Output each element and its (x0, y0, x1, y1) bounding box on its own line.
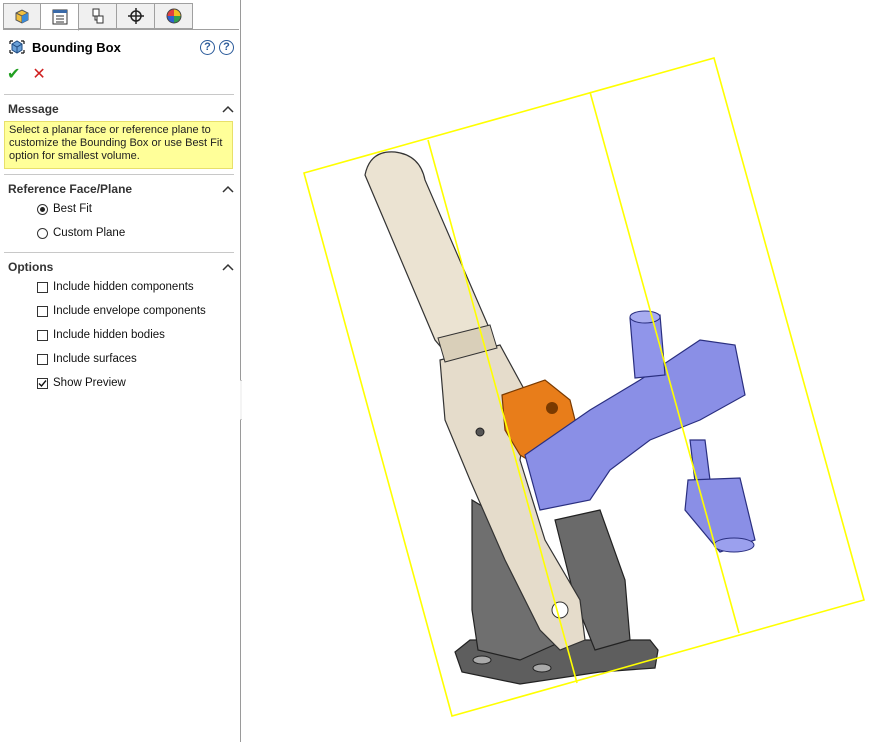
property-manager-panel: Bounding Box ? ? ✔ ✕ Message Select a pl… (0, 0, 241, 742)
mount-hole-right (532, 663, 552, 673)
message-box: Select a planar face or reference plane … (4, 121, 233, 169)
cancel-button[interactable]: ✕ (32, 64, 45, 84)
checkbox-box[interactable] (37, 353, 48, 365)
section-divider (4, 94, 234, 95)
help-glyph: ? (204, 41, 211, 53)
link-pin-top (546, 402, 558, 414)
include-surfaces-checkbox[interactable]: Include surfaces (37, 353, 137, 365)
display-manager-tab[interactable] (155, 3, 193, 29)
pivot-hole-upper (475, 427, 485, 437)
best-fit-label: Best Fit (53, 203, 92, 215)
section-divider (4, 174, 234, 175)
radio-unselected[interactable] (37, 227, 48, 239)
chevron-up-icon[interactable] (222, 185, 234, 193)
checkbox-label: Show Preview (53, 377, 126, 389)
configuration-manager-icon (92, 8, 103, 24)
spindle-pad-face (713, 537, 755, 553)
configuration-manager-tab[interactable] (79, 3, 117, 29)
section-divider (4, 252, 234, 253)
message-section-title: Message (8, 102, 59, 116)
crosshair-icon (127, 8, 144, 24)
help-glyph: ? (223, 41, 230, 53)
ok-button[interactable]: ✔ (7, 64, 20, 84)
checkbox-box[interactable] (37, 329, 48, 341)
radio-selected[interactable] (37, 203, 48, 215)
bounding-box-icon (9, 40, 25, 54)
checkbox-label: Include hidden bodies (53, 329, 165, 341)
checkbox-label: Include envelope components (53, 305, 206, 317)
checkmark-icon (38, 379, 47, 387)
spindle-top-cap (629, 310, 661, 324)
options-section-header[interactable]: Options (8, 259, 234, 275)
best-fit-radio[interactable]: Best Fit (37, 203, 92, 215)
feature-manager-tab[interactable] (3, 3, 41, 29)
checkbox-label: Include surfaces (53, 353, 137, 365)
property-manager-icon (52, 9, 67, 25)
checkbox-label: Include hidden components (53, 281, 194, 293)
checkbox-box[interactable] (37, 281, 48, 293)
property-manager-tab[interactable] (41, 3, 79, 31)
model-view[interactable] (242, 0, 878, 742)
include-hidden-bodies-checkbox[interactable]: Include hidden bodies (37, 329, 165, 341)
pivot-hole-lower (551, 601, 569, 619)
display-manager-icon (166, 8, 181, 24)
reference-section-title: Reference Face/Plane (8, 182, 133, 196)
spindle-rod (689, 439, 711, 483)
page-title: Bounding Box (32, 39, 121, 55)
include-envelope-components-checkbox[interactable]: Include envelope components (37, 305, 206, 317)
custom-plane-label: Custom Plane (53, 227, 126, 239)
message-section-header[interactable]: Message (8, 101, 234, 117)
feature-header: Bounding Box ? ? (8, 36, 234, 58)
reference-section-header[interactable]: Reference Face/Plane (8, 181, 234, 197)
show-preview-checkbox[interactable]: Show Preview (37, 377, 126, 389)
graphics-area[interactable] (242, 0, 878, 742)
tab-divider (3, 29, 239, 30)
dimxpert-manager-tab[interactable] (117, 3, 155, 29)
custom-plane-radio[interactable]: Custom Plane (37, 227, 125, 239)
checkbox-box[interactable] (37, 377, 48, 389)
mount-hole-left (472, 655, 492, 665)
help-button[interactable]: ? (219, 39, 234, 55)
chevron-up-icon[interactable] (222, 105, 234, 113)
chevron-up-icon[interactable] (222, 263, 234, 271)
include-hidden-components-checkbox[interactable]: Include hidden components (37, 281, 194, 293)
checkbox-box[interactable] (37, 305, 48, 317)
options-section-title: Options (8, 260, 54, 274)
clamp-handle-grip (364, 151, 493, 353)
whats-new-button[interactable]: ? (200, 39, 215, 55)
feature-manager-icon (15, 9, 29, 24)
manager-tabs (3, 3, 201, 31)
